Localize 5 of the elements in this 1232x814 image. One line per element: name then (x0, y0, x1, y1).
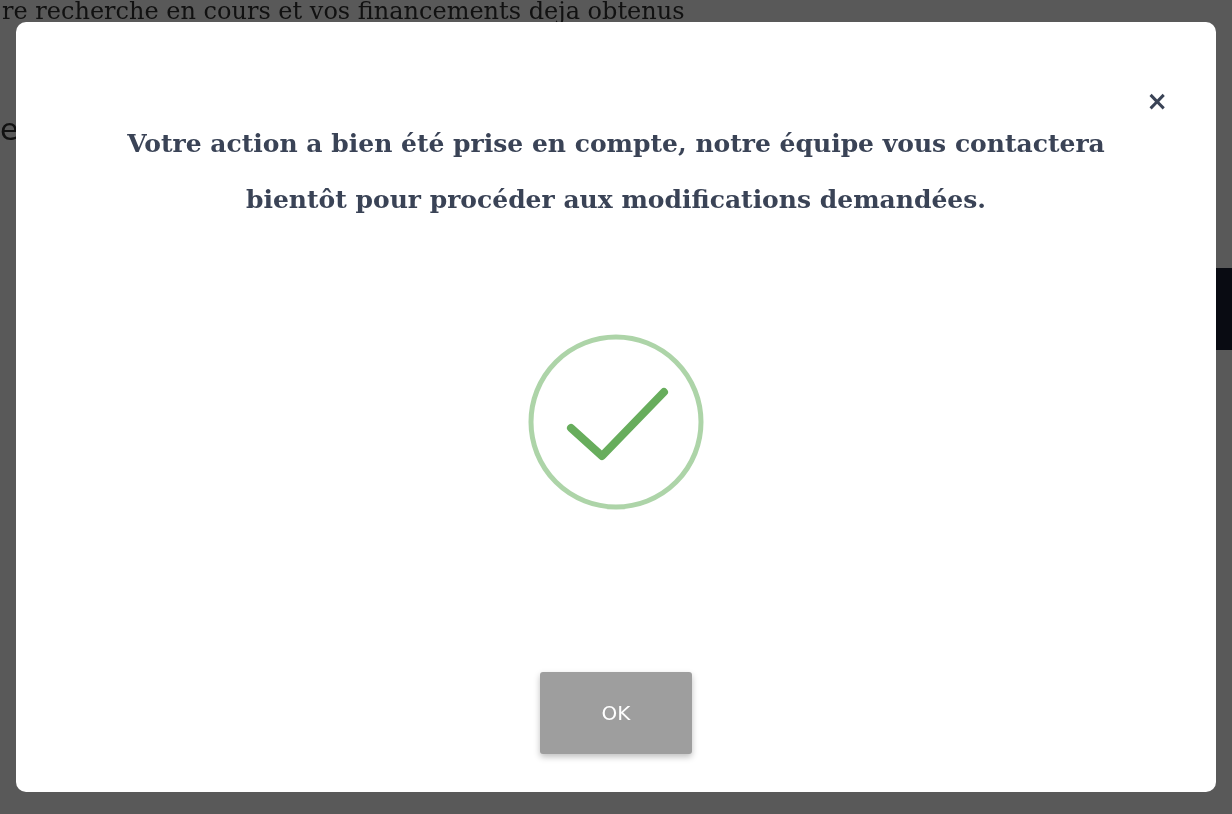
close-button[interactable]: × (1142, 88, 1172, 114)
success-check-icon (526, 332, 706, 512)
page-heading: re recherche en cours et vos financements deja obtenus (2, 0, 685, 22)
dialog-message: Votre action a bien été prise en compte, notre équipe vous contactera bientôt pour procéder aux modifications demandées. (126, 128, 1106, 216)
page-text: e (0, 112, 19, 147)
